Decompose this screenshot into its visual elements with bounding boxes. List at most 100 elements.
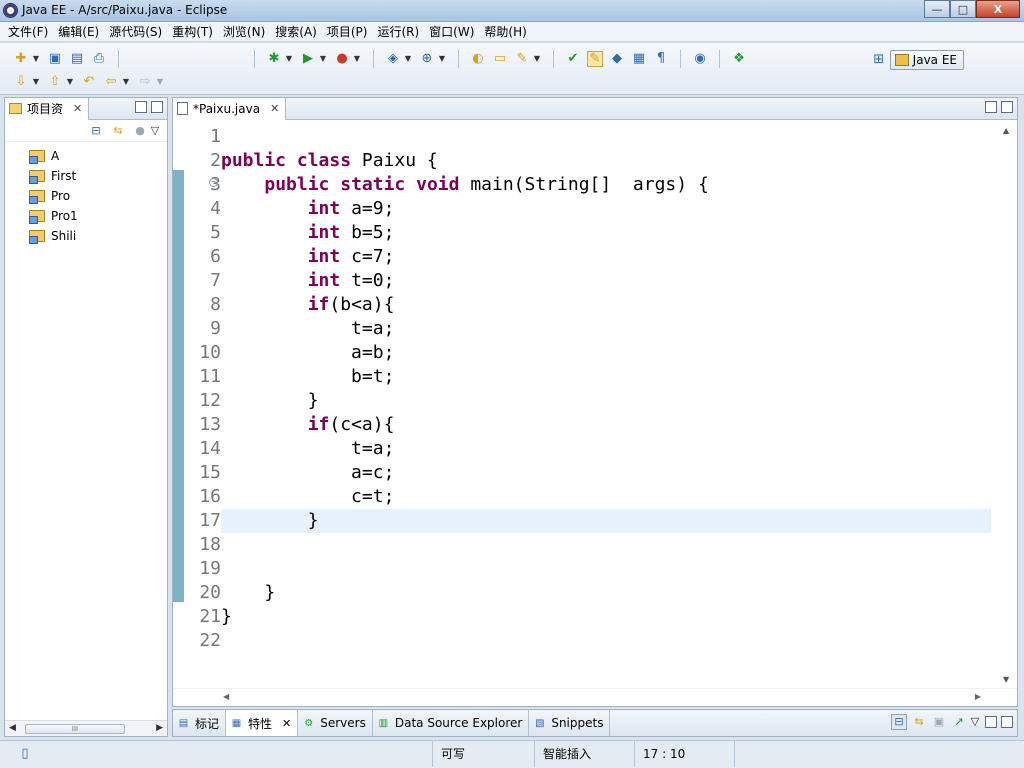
code-line[interactable]: a=c;: [221, 461, 991, 485]
toggle-mark-occurrences-icon[interactable]: ✎: [587, 51, 603, 67]
new-dropdown-icon[interactable]: ▼: [32, 51, 40, 67]
code-line[interactable]: public static void main(String[] args) {: [221, 173, 991, 197]
scroll-left-icon[interactable]: ◀: [9, 723, 16, 733]
maximize-panel-icon[interactable]: [1001, 716, 1013, 728]
menu-window[interactable]: 窗口(W): [425, 22, 480, 42]
toggle-breadcrumb-icon[interactable]: ✔: [565, 51, 581, 67]
restore-default-icon[interactable]: ↗: [951, 714, 967, 730]
menu-source[interactable]: 源代码(S): [105, 22, 168, 42]
run-icon[interactable]: ▶: [300, 51, 316, 67]
code-line[interactable]: }: [221, 509, 991, 533]
menu-search[interactable]: 搜索(A): [271, 22, 323, 42]
minimize-panel-icon[interactable]: [985, 716, 997, 728]
code-line[interactable]: if(c<a){: [221, 413, 991, 437]
close-button[interactable]: X: [976, 0, 1020, 18]
close-icon[interactable]: ✕: [282, 717, 291, 730]
menu-file[interactable]: 文件(F): [4, 22, 54, 42]
code-line[interactable]: t=a;: [221, 437, 991, 461]
minimize-button[interactable]: —: [924, 0, 950, 18]
debug-icon[interactable]: ✱: [266, 51, 282, 67]
maximize-button[interactable]: □: [950, 0, 976, 18]
code-line[interactable]: t=a;: [221, 317, 991, 341]
scroll-up-icon[interactable]: ▲: [1003, 126, 1009, 135]
project-item-shili[interactable]: Shili: [29, 226, 167, 246]
editor-body[interactable]: 1 2 3 4 5 6 7 8 9 10 11 12 13 14 15 16 17 18 19 20 21 22 − pu…: [173, 122, 1017, 688]
view-menu-icon[interactable]: ▽: [971, 714, 979, 730]
editor-hscrollbar[interactable]: ◀ ▶: [173, 688, 1017, 706]
open-folder-icon[interactable]: ▭: [492, 51, 508, 67]
code-line[interactable]: int a=9;: [221, 197, 991, 221]
save-all-icon[interactable]: ▤: [69, 51, 85, 67]
scroll-thumb[interactable]: III: [25, 724, 125, 734]
filter-icon[interactable]: ▣: [931, 714, 947, 730]
project-explorer-hscrollbar[interactable]: ◀ III ▶: [5, 720, 167, 736]
code-line[interactable]: if(b<a){: [221, 293, 991, 317]
save-icon[interactable]: ▣: [47, 51, 63, 67]
code-line[interactable]: [221, 533, 991, 557]
forward-icon[interactable]: ⇨: [137, 74, 153, 90]
debug-dropdown-icon[interactable]: ▼: [285, 51, 293, 67]
view-menu-icon[interactable]: ▽: [151, 123, 159, 139]
java-ee-perspective-button[interactable]: Java EE: [889, 50, 964, 70]
close-icon[interactable]: ✕: [73, 102, 82, 115]
menu-help[interactable]: 帮助(H): [480, 22, 532, 42]
tab-properties[interactable]: ▦ 特性 ✕: [226, 710, 299, 736]
forward-dropdown-icon[interactable]: ▼: [156, 74, 164, 90]
next-annotation-dropdown-icon[interactable]: ▼: [32, 74, 40, 90]
menu-refactor[interactable]: 重构(T): [168, 22, 219, 42]
search-dropdown-icon[interactable]: ▼: [533, 51, 541, 67]
new-web-service-icon[interactable]: ⊕: [419, 51, 435, 67]
code-line[interactable]: }: [221, 389, 991, 413]
show-advanced-icon[interactable]: ⇆: [911, 714, 927, 730]
tab-servers[interactable]: ⚙ Servers: [298, 710, 373, 736]
new-server-icon[interactable]: ◈: [385, 51, 401, 67]
new-server-dropdown-icon[interactable]: ▼: [404, 51, 412, 67]
view-menu-filter-icon[interactable]: ●: [132, 123, 148, 139]
code-line[interactable]: }: [221, 605, 991, 629]
external-tools-dropdown-icon[interactable]: ▼: [353, 51, 361, 67]
external-tools-icon[interactable]: ●: [334, 51, 350, 67]
project-item-a[interactable]: A: [29, 146, 167, 166]
open-type-icon[interactable]: ◐: [470, 51, 486, 67]
close-icon[interactable]: ✕: [270, 102, 279, 115]
menu-run[interactable]: 运行(R): [373, 22, 425, 42]
scroll-right-icon[interactable]: ▶: [156, 723, 163, 733]
project-item-first[interactable]: First: [29, 166, 167, 186]
back-dropdown-icon[interactable]: ▼: [122, 74, 130, 90]
scroll-down-icon[interactable]: ▼: [1003, 675, 1009, 684]
tab-markers[interactable]: ▤ 标记: [173, 710, 227, 736]
fast-view-icon[interactable]: ▯: [17, 746, 33, 762]
editor-tab-paixu[interactable]: *Paixu.java ✕: [173, 97, 287, 120]
scroll-right-icon[interactable]: ▶: [975, 692, 981, 701]
block-selection-icon[interactable]: ◆: [609, 51, 625, 67]
tab-data-source-explorer[interactable]: ▥ Data Source Explorer: [373, 710, 530, 736]
last-edit-location-icon[interactable]: ↶: [81, 74, 97, 90]
web-browser-icon[interactable]: ◉: [692, 51, 708, 67]
link-with-editor-icon[interactable]: ⇆: [110, 123, 126, 139]
print-icon[interactable]: ⎙: [91, 51, 107, 67]
code-line[interactable]: c=t;: [221, 485, 991, 509]
show-source-icon[interactable]: ▦: [631, 51, 647, 67]
code-line[interactable]: [221, 125, 991, 149]
menu-navigate[interactable]: 浏览(N): [219, 22, 271, 42]
project-item-pro1[interactable]: Pro1: [29, 206, 167, 226]
code-line[interactable]: }: [221, 581, 991, 605]
scroll-left-icon[interactable]: ◀: [223, 692, 229, 701]
minimize-view-icon[interactable]: [135, 101, 147, 113]
new-web-service-dropdown-icon[interactable]: ▼: [438, 51, 446, 67]
collapse-all-icon[interactable]: ⊟: [88, 123, 104, 139]
code-line[interactable]: b=t;: [221, 365, 991, 389]
project-explorer-tab[interactable]: 项目资 ✕: [5, 97, 90, 120]
next-annotation-icon[interactable]: ⇩: [13, 74, 29, 90]
menu-edit[interactable]: 编辑(E): [54, 22, 105, 42]
code-line[interactable]: int b=5;: [221, 221, 991, 245]
menu-project[interactable]: 项目(P): [323, 22, 374, 42]
code-line[interactable]: int t=0;: [221, 269, 991, 293]
run-dropdown-icon[interactable]: ▼: [319, 51, 327, 67]
editor-vscrollbar[interactable]: ▲ ▼: [999, 122, 1017, 688]
new-icon[interactable]: ✚: [13, 51, 29, 67]
code-line[interactable]: [221, 629, 991, 653]
maximize-view-icon[interactable]: [151, 101, 163, 113]
maximize-editor-icon[interactable]: [1001, 101, 1013, 113]
code-line[interactable]: int c=7;: [221, 245, 991, 269]
